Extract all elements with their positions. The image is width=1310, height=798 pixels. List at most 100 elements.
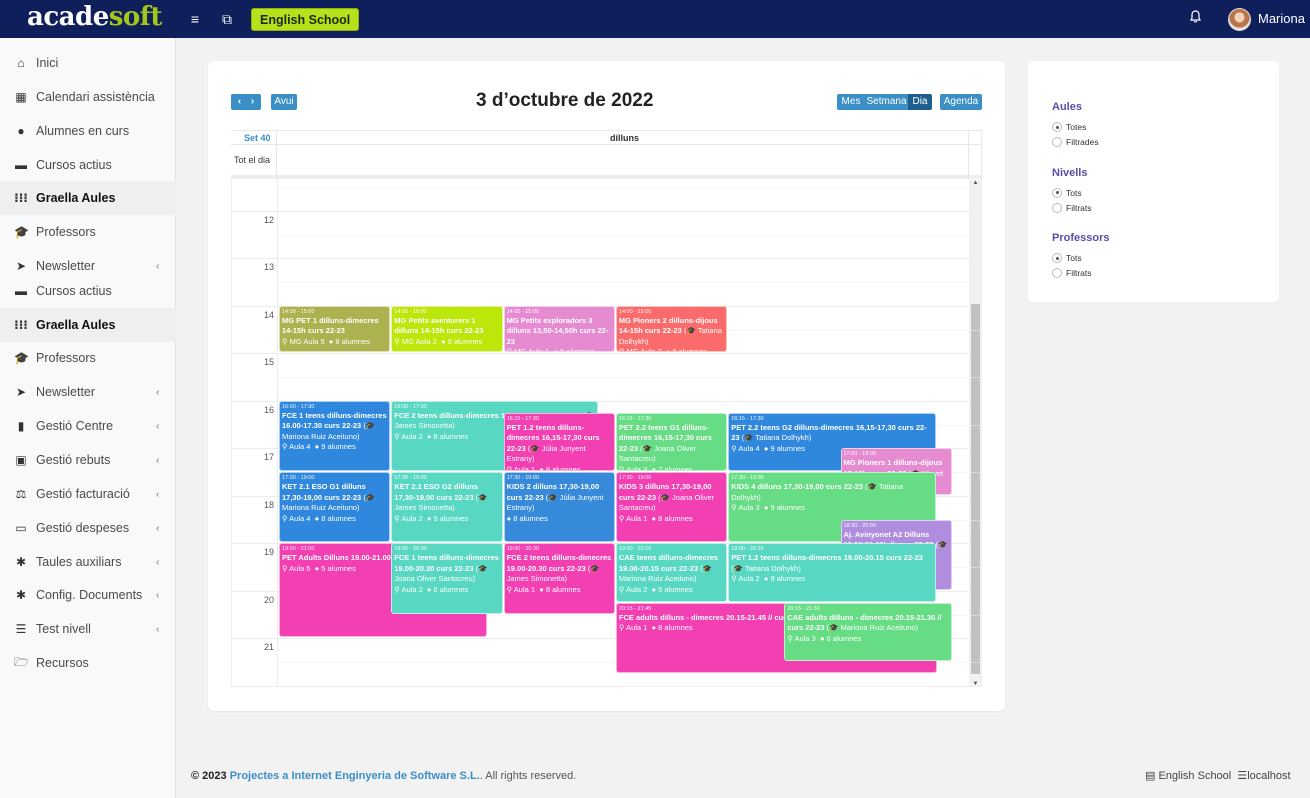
bell-icon[interactable]	[1190, 10, 1201, 26]
external-link-icon[interactable]: ⧉	[218, 10, 236, 28]
sidebar-item-cursos-actius[interactable]: ▬ Cursos actius	[0, 274, 176, 308]
sidebar-item-gesti-facturaci-[interactable]: ⚖ Gestió facturació ‹	[0, 477, 176, 511]
calendar-event[interactable]: 19:00 - 20:15 CAE teens dilluns-dimecres …	[615, 543, 728, 602]
menu-toggle-icon[interactable]: ≡	[186, 10, 204, 28]
user-icon: ●	[665, 347, 671, 353]
view-day-button[interactable]: Dia	[908, 94, 932, 110]
calendar-event[interactable]: 16:00 - 17:30 FCE 1 teens dilluns-dimecre…	[279, 400, 391, 472]
calendar-event[interactable]: 20:15 - 21:30 CAE adults dilluns - dimecr…	[784, 602, 952, 662]
filter-option-aules-filtrades[interactable]: Filtrades	[1052, 137, 1099, 147]
company-link[interactable]: Projectes a Internet Enginyeria de Softw…	[230, 770, 480, 782]
event-meta: ⚲ Aula 2 ● 5 alumnes	[619, 585, 724, 596]
sidebar-item-config-documents[interactable]: ✱ Config. Documents ‹	[0, 578, 176, 612]
chevron-left-icon[interactable]: ‹	[156, 590, 159, 601]
chevron-left-icon[interactable]: ‹	[156, 557, 159, 568]
event-time: 18:30 - 20:00	[843, 522, 876, 529]
filter-option-professors-filtrats[interactable]: Filtrats	[1052, 268, 1092, 278]
scroll-up-arrow[interactable]: ▲	[969, 180, 981, 186]
sidebar-item-professors[interactable]: 🎓 Professors	[0, 215, 176, 249]
calendar-event[interactable]: 19:00 - 20:30 FCE 2 teens dilluns-dimecre…	[503, 543, 615, 614]
scroll-down-arrow[interactable]: ▼	[969, 681, 981, 686]
chevron-left-icon[interactable]: ‹	[156, 261, 159, 272]
view-agenda-button[interactable]: Agenda	[940, 94, 982, 110]
radio-button[interactable]	[1052, 268, 1062, 278]
calendar-event[interactable]: 16:15 - 17:30 PET 2.2 teens G1 dilluns-di…	[615, 412, 728, 472]
sidebar-item-label: Cursos actius	[36, 284, 112, 298]
today-button[interactable]: Avui	[271, 94, 297, 110]
calendar-event[interactable]: 19:00 - 20:15 PET 1.2 teens dilluns-dimec…	[728, 543, 937, 602]
event-room: Aula 1	[626, 513, 648, 523]
chevron-left-icon[interactable]: ‹	[156, 489, 159, 500]
filter-option-professors-tots[interactable]: Tots	[1052, 253, 1082, 263]
scrollbar-thumb[interactable]	[971, 304, 980, 674]
user-name[interactable]: Mariona	[1258, 11, 1305, 26]
calendar-event[interactable]: 14:00 - 15:00 MG Pioners 2 dilluns-dijous…	[615, 305, 728, 353]
event-students: 8 alumnes	[335, 336, 371, 346]
event-students: 8 alumnes	[658, 513, 693, 523]
calendar-event[interactable]: 17:30 - 19:00 KIDS 3 dilluns 17,30-19,00 …	[615, 472, 728, 543]
chevron-left-icon[interactable]: ‹	[156, 421, 159, 432]
radio-button[interactable]	[1052, 122, 1062, 132]
chevron-left-icon[interactable]: ‹	[156, 624, 159, 635]
view-month-button[interactable]: Mes	[837, 94, 865, 110]
sidebar-item-professors[interactable]: 🎓 Professors	[0, 341, 176, 375]
event-title: PET 1.2 teens dilluns-dimecres 19.00-20.…	[731, 553, 923, 563]
logo[interactable]: acadesoft	[27, 2, 162, 32]
filter-option-nivells-filtrats[interactable]: Filtrats	[1052, 202, 1092, 213]
next-button[interactable]: ›	[246, 94, 259, 110]
radio-button[interactable]	[1052, 202, 1062, 213]
hour-line	[232, 353, 969, 355]
radio-button[interactable]	[1052, 137, 1062, 147]
rights-text: . All rights reserved.	[479, 770, 577, 782]
chevron-left-icon[interactable]: ‹	[156, 523, 159, 534]
sidebar-item-inici[interactable]: ⌂ Inici	[0, 46, 176, 80]
sidebar-item-test-nivell[interactable]: ☰ Test nivell ‹	[0, 612, 176, 646]
radio-button[interactable]	[1052, 253, 1062, 263]
filter-option-nivells-tots[interactable]: Tots	[1052, 187, 1082, 198]
week-number-link[interactable]: Set 40	[244, 133, 271, 143]
footer-info: ▤ English School ☰localhost	[1145, 769, 1291, 782]
chevron-left-icon[interactable]: ‹	[156, 387, 159, 398]
calendar-event[interactable]: 16:15 - 17:30 PET 1.2 teens dilluns-dimec…	[503, 412, 615, 472]
sidebar-item-taules-auxiliars[interactable]: ✱ Taules auxiliars ‹	[0, 545, 176, 579]
calendar-event[interactable]: 17:30 - 19:00 KIDS 2 dilluns 17,30-19,00 …	[503, 472, 615, 543]
scrollbar[interactable]: ▲ ▼	[969, 180, 981, 686]
graduation-cap-icon: 🎓	[938, 540, 948, 550]
calendar-event[interactable]: 17:30 - 19:00 KET 2.1 ESO G2 dilluns 17,3…	[391, 472, 503, 543]
filter-option-aules-totes[interactable]: Totes	[1052, 122, 1086, 132]
sidebar-item-gesti-rebuts[interactable]: ▣ Gestió rebuts ‹	[0, 443, 176, 477]
prev-button[interactable]: ‹	[233, 94, 246, 110]
sidebar-item-graella-aules[interactable]: ⁝⁝⁝ Graella Aules	[0, 181, 176, 215]
calendar-event[interactable]: 14:00 - 15:00 MG PET 1 dilluns-dimecres 1…	[279, 305, 391, 353]
event-title: KIDS 4 dilluns 17,30-19,00 curs 22-23	[731, 482, 863, 492]
sidebar-item-label: Gestió rebuts	[36, 453, 111, 467]
event-students: 9 alumnes	[545, 464, 581, 472]
sidebar-item-cursos-actius[interactable]: ▬ Cursos actius	[0, 148, 176, 182]
calendar-event[interactable]: 17:30 - 19:00 KET 2.1 ESO G1 dilluns 17,3…	[279, 472, 391, 543]
radio-button[interactable]	[1052, 187, 1062, 198]
calendar-event[interactable]: 14:00 - 15:00 MG Petits aventurers 1 dill…	[391, 305, 503, 353]
sidebar-item-label: Calendari assistència	[36, 90, 155, 104]
school-selector-button[interactable]: English School	[251, 8, 360, 31]
sidebar-item-graella-aules[interactable]: ⁝⁝⁝ Graella Aules	[0, 308, 176, 342]
calendar-event[interactable]: 19:00 - 20:30 FCE 1 teens dilluns-dimecre…	[391, 543, 503, 614]
grid-line	[276, 130, 277, 180]
sidebar-item-calendari-assist-ncia[interactable]: ▦ Calendari assistència	[0, 80, 176, 114]
calendar-event[interactable]: 14:00 - 15:00 MG Petits exploradors 3 dil…	[503, 305, 615, 353]
sidebar-item-recursos[interactable]: 🗁 Recursos	[0, 646, 176, 680]
user-avatar[interactable]	[1228, 8, 1251, 31]
graduation-cap-icon: 🎓	[530, 443, 540, 453]
sidebar-item-gesti-centre[interactable]: ▮ Gestió Centre ‹	[0, 409, 176, 443]
event-room: Aula 3	[626, 464, 648, 472]
view-week-button[interactable]: Setmana	[865, 94, 908, 110]
hour-label: 21	[263, 642, 274, 653]
time-grid[interactable]: ▲ ▼ 12 13 14 15 16 17 18 19 20 21 14:00 - 15:00 MG …	[231, 180, 982, 687]
chevron-left-icon[interactable]: ‹	[156, 455, 159, 466]
sidebar-item-gesti-despeses[interactable]: ▭ Gestió despeses ‹	[0, 511, 176, 545]
map-marker-icon: ⚲	[731, 503, 737, 513]
event-meta: ● 8 alumnes	[507, 514, 612, 525]
sidebar-item-newsletter[interactable]: ➤ Newsletter ‹	[0, 375, 176, 409]
paper-plane-icon: ➤	[15, 259, 27, 273]
sidebar-item-alumnes-en-curs[interactable]: ● Alumnes en curs	[0, 114, 176, 148]
filters-card	[1028, 61, 1279, 302]
